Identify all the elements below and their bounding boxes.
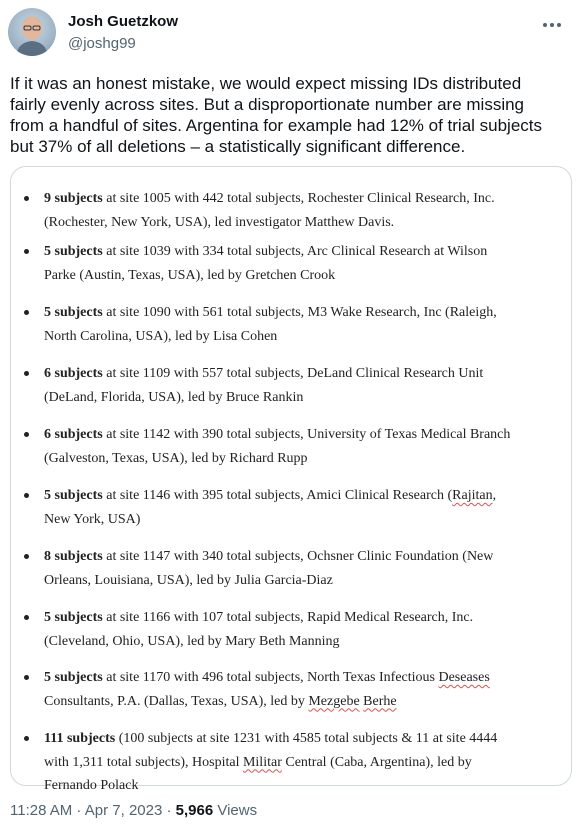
tweet-text-line: from a handful of sites. Argentina for e…	[10, 116, 543, 135]
list-item-line: Consultants, P.A. (Dallas, Texas, USA), …	[44, 690, 568, 714]
bullet-icon	[24, 249, 29, 254]
tweet-text-line: If it was an honest mistake, we would ex…	[10, 74, 522, 93]
timestamp[interactable]: 11:28 AM · Apr 7, 2023 ·	[10, 802, 176, 819]
list-item-text: 5 subjects at site 1170 with 496 total s…	[44, 666, 568, 713]
list-item-line-text: at site 1142 with 390 total subjects, Un…	[102, 427, 511, 442]
misspelled-word: Berhe	[363, 693, 397, 709]
list-item-line-text: at site 1005 with 442 total subjects, Ro…	[102, 191, 495, 206]
list-item-text: 8 subjects at site 1147 with 340 total s…	[44, 545, 568, 592]
list-item-text: 5 subjects at site 1166 with 107 total s…	[44, 606, 568, 653]
list-item-line-text: at site 1090 with 561 total subjects, M3…	[102, 305, 497, 320]
bullet-icon	[24, 554, 29, 559]
subject-count: 5 subjects	[44, 488, 103, 503]
tweet-meta: 11:28 AM · Apr 7, 2023 · 5,966 Views	[10, 802, 257, 819]
list-item-line-text: with 1,311 total subjects), Hospital	[44, 754, 243, 770]
bullet-icon	[24, 615, 29, 620]
more-icon[interactable]	[540, 16, 564, 34]
list-item-text: 5 subjects at site 1039 with 334 total s…	[44, 240, 568, 287]
bullet-icon	[24, 675, 29, 680]
list-item-line-text: Central (Caba, Argentina), led by	[281, 754, 472, 770]
subject-count: 6 subjects	[44, 427, 103, 442]
subject-count: 5 subjects	[44, 244, 103, 259]
bullet-icon	[24, 196, 29, 201]
list-item-line: 5 subjects at site 1146 with 395 total s…	[44, 484, 568, 508]
misspelled-word: Mezgebe	[308, 693, 360, 709]
list-item-text: 9 subjects at site 1005 with 442 total s…	[44, 187, 568, 234]
misspelled-word: Rajitan	[452, 488, 493, 503]
misspelled-word: Militar	[242, 754, 282, 770]
image-card[interactable]: 9 subjects at site 1005 with 442 total s…	[10, 166, 572, 793]
list-item-line-text: Consultants, P.A. (Dallas, Texas, USA), …	[44, 693, 309, 709]
list-item-line: Parke (Austin, Texas, USA), led by Gretc…	[44, 267, 336, 283]
subject-count: 5 subjects	[44, 670, 103, 685]
views-label: Views	[213, 802, 258, 819]
list-item-line-text: at site 1039 with 334 total subjects, Ar…	[102, 244, 488, 259]
list-item-text: 6 subjects at site 1142 with 390 total s…	[44, 423, 568, 470]
list-item-line: with 1,311 total subjects), Hospital Mil…	[44, 751, 568, 775]
tweet-text-line: fairly evenly across sites. But a dispro…	[10, 95, 525, 114]
subject-count: 9 subjects	[44, 191, 103, 206]
subject-count: 6 subjects	[44, 366, 103, 381]
list-item-line: 5 subjects at site 1166 with 107 total s…	[44, 606, 568, 630]
list-item-line: 5 subjects at site 1170 with 496 total s…	[44, 666, 568, 690]
bullet-icon	[24, 736, 29, 741]
list-item-line: (DeLand, Florida, USA), led by Bruce Ran…	[44, 389, 304, 405]
author-name[interactable]: Josh Guetzkow	[68, 13, 178, 30]
list-item-line: 6 subjects at site 1142 with 390 total s…	[44, 423, 568, 447]
subject-count: 8 subjects	[44, 549, 103, 564]
list-item-line-text: at site 1166 with 107 total subjects, Ra…	[102, 610, 474, 625]
list-item-text: 6 subjects at site 1109 with 557 total s…	[44, 362, 568, 409]
list-item-line-text: at site 1146 with 395 total subjects, Am…	[102, 488, 453, 503]
list-item-line: 5 subjects at site 1039 with 334 total s…	[44, 240, 568, 264]
tweet-text-line: but 37% of all deletions – a statistical…	[10, 137, 466, 156]
list-item-line-text: at site 1170 with 496 total subjects, No…	[102, 670, 439, 685]
bullet-icon	[24, 310, 29, 315]
list-item-line: 8 subjects at site 1147 with 340 total s…	[44, 545, 568, 569]
bullet-icon	[24, 493, 29, 498]
list-item-text: 5 subjects at site 1090 with 561 total s…	[44, 301, 568, 348]
list-item-line: (Cleveland, Ohio, USA), led by Mary Beth…	[44, 633, 340, 649]
list-item-line-text: (100 subjects at site 1231 with 4585 tot…	[115, 731, 498, 746]
list-item-line: 111 subjects (100 subjects at site 1231 …	[44, 727, 568, 751]
list-item-line: (Galveston, Texas, USA), led by Richard …	[44, 450, 308, 466]
list-item-line: Orleans, Louisiana, USA), led by Julia G…	[44, 572, 333, 588]
list-item-line-text: at site 1109 with 557 total subjects, De…	[102, 366, 484, 381]
list-item-line-text: at site 1147 with 340 total subjects, Oc…	[102, 549, 494, 564]
list-item-line: (Rochester, New York, USA), led investig…	[44, 214, 395, 230]
subject-count: 5 subjects	[44, 305, 103, 320]
bullet-icon	[24, 432, 29, 437]
list-item-line: North Carolina, USA), led by Lisa Cohen	[44, 328, 278, 344]
tweet-header: Josh Guetzkow @joshg99	[8, 8, 570, 60]
list-item-line: 6 subjects at site 1109 with 557 total s…	[44, 362, 568, 386]
list-item-line: Fernando Polack	[44, 778, 139, 793]
avatar[interactable]	[8, 8, 56, 56]
views-count[interactable]: 5,966	[176, 802, 214, 819]
list-item-line: 5 subjects at site 1090 with 561 total s…	[44, 301, 568, 325]
subject-count: 111 subjects	[44, 731, 116, 746]
list-item-line-text: ,	[492, 488, 497, 503]
subject-count: 5 subjects	[44, 610, 103, 625]
tweet-text: If it was an honest mistake, we would ex…	[10, 73, 570, 157]
list-item-line: New York, USA)	[44, 511, 141, 527]
bullet-icon	[24, 371, 29, 376]
list-item-text: 5 subjects at site 1146 with 395 total s…	[44, 484, 568, 531]
misspelled-word: Deseases	[438, 670, 490, 685]
author-handle[interactable]: @joshg99	[68, 35, 136, 52]
list-item-line: 9 subjects at site 1005 with 442 total s…	[44, 187, 568, 211]
list-item-text: 111 subjects (100 subjects at site 1231 …	[44, 727, 568, 798]
